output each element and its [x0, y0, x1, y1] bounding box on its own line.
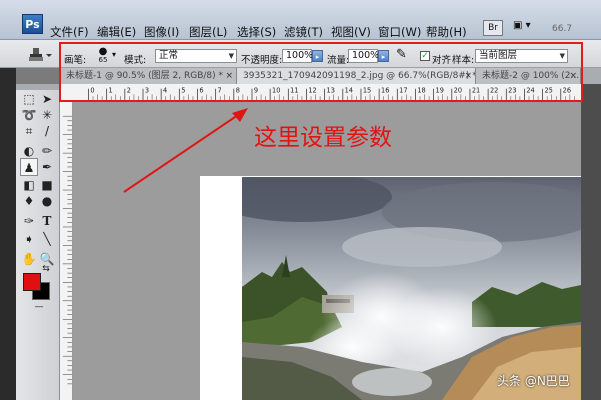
photoshop-logo: Ps	[22, 14, 43, 34]
ruler-label: 4	[163, 86, 167, 94]
ruler-label: 23	[508, 86, 516, 94]
landscape-photo[interactable]	[242, 177, 581, 400]
mode-value: 正常	[159, 50, 179, 61]
airbrush-icon[interactable]: ✎	[396, 47, 407, 62]
annotation-label: 这里设置参数	[254, 125, 392, 151]
blur-icon[interactable]: ♦	[20, 192, 38, 210]
flow-value: 100%	[352, 50, 380, 61]
ruler-label: 11	[290, 86, 298, 94]
crop-icon[interactable]: ⌗	[20, 122, 38, 140]
hand-icon[interactable]: ✋	[20, 250, 38, 268]
mode-label: 模式:	[124, 55, 147, 66]
ruler-label: 6	[199, 86, 203, 94]
panel-collapse-strip	[581, 84, 601, 400]
brush-dot-icon: ●	[98, 46, 108, 57]
foreground-color-swatch[interactable]	[23, 273, 41, 291]
ruler-label: 9	[254, 86, 258, 94]
brush-picker[interactable]: ● 65	[92, 47, 114, 65]
ruler-label: 22	[490, 86, 498, 94]
ruler-label: 21	[472, 86, 480, 94]
ruler-label: 15	[363, 86, 371, 94]
ruler-label: 3	[145, 86, 149, 94]
close-icon[interactable]: ×	[464, 68, 472, 84]
brush-label: 画笔:	[64, 55, 87, 66]
ruler-label: 25	[545, 86, 553, 94]
menu-window[interactable]: 窗口(W)	[378, 24, 421, 40]
opacity-input[interactable]: 100%	[282, 49, 314, 63]
clone-stamp-preset-icon[interactable]	[26, 46, 54, 64]
menu-select[interactable]: 选择(S)	[237, 24, 276, 40]
ruler-label: 13	[327, 86, 335, 94]
panel-dock-strip	[0, 40, 16, 400]
mode-dropdown[interactable]: 正常 ▼	[155, 49, 237, 63]
ruler-label: 7	[218, 86, 222, 94]
chevron-down-icon: ▼	[228, 52, 234, 60]
ruler-label: 24	[526, 86, 534, 94]
horizontal-ruler[interactable]: 0 1 2 3 4 5 6 7 8 9 10 11 12 13 14 15 16 17 18 19 20 21 22 23 24…	[60, 84, 581, 101]
watermark: 头条 @N巴巴	[497, 374, 570, 388]
brush-size: 65	[98, 56, 108, 64]
sample-value: 当前图层	[479, 50, 518, 61]
tab-untitled-2[interactable]: 未标题-2 @ 100% (2... ×	[476, 68, 581, 84]
ruler-label: 20	[454, 86, 462, 94]
menu-image[interactable]: 图像(I)	[144, 24, 179, 40]
clone-stamp-icon[interactable]: ♟	[20, 158, 38, 176]
menu-layer[interactable]: 图层(L)	[189, 24, 227, 40]
ruler-label: 0	[90, 86, 94, 94]
tab-label: 未标题-2 @ 100% (2...	[482, 71, 580, 81]
zoom-level-readout[interactable]: 66.7	[552, 24, 572, 34]
path-selection-icon[interactable]: ➧	[20, 230, 38, 248]
menu-file[interactable]: 文件(F)	[50, 24, 89, 40]
brush-dropdown-arrow-icon[interactable]: ▾	[112, 50, 116, 59]
menu-help[interactable]: 帮助(H)	[426, 24, 467, 40]
flow-slider-toggle[interactable]: ▸	[378, 50, 389, 62]
ruler-label: 16	[381, 86, 389, 94]
menu-view[interactable]: 视图(V)	[331, 24, 371, 40]
ruler-label: 8	[236, 86, 240, 94]
ruler-label: 26	[563, 86, 571, 94]
close-icon[interactable]: ×	[225, 68, 233, 84]
screen-mode-button[interactable]: ▣ ▾	[513, 20, 537, 36]
flow-label: 流量:	[327, 55, 350, 66]
swap-colors-icon[interactable]: ⇆	[40, 264, 52, 274]
pen-icon[interactable]: ✑	[20, 212, 38, 230]
tab-label: 未标题-1 @ 90.5% (图层 2, RGB/8) *	[66, 71, 223, 81]
dodge-icon[interactable]: ●	[38, 192, 56, 210]
ruler-label: 14	[345, 86, 353, 94]
ruler-label: 18	[417, 86, 425, 94]
chevron-down-icon: ▼	[559, 52, 565, 60]
tab-untitled-1[interactable]: 未标题-1 @ 90.5% (图层 2, RGB/8) * ×	[60, 68, 237, 84]
ruler-label: 19	[436, 86, 444, 94]
ruler-label: 2	[127, 86, 131, 94]
menu-bar: Ps 文件(F) 编辑(E) 图像(I) 图层(L) 选择(S) 滤镜(T) 视…	[0, 0, 601, 40]
opacity-slider-toggle[interactable]: ▸	[312, 50, 323, 62]
quick-mask-icon[interactable]: —	[30, 302, 48, 312]
menu-edit[interactable]: 编辑(E)	[97, 24, 136, 40]
line-icon[interactable]: ╲	[38, 230, 56, 248]
aligned-checkbox[interactable]: ✓	[420, 51, 430, 61]
opacity-value: 100%	[286, 50, 314, 61]
history-brush-icon[interactable]: ✒	[38, 158, 56, 176]
tab-label: 3935321_170942091198_2.jpg @ 66.7%(RGB/8…	[243, 71, 476, 81]
vertical-ruler[interactable]	[60, 101, 73, 400]
close-icon[interactable]: ×	[569, 68, 577, 84]
ruler-label: 1	[109, 86, 113, 94]
type-icon[interactable]: T	[38, 212, 56, 230]
aligned-label: 对齐	[432, 55, 452, 66]
ruler-label: 17	[399, 86, 407, 94]
tab-photo-jpg[interactable]: 3935321_170942091198_2.jpg @ 66.7%(RGB/8…	[237, 68, 476, 84]
bridge-button[interactable]: Br	[483, 20, 503, 36]
ruler-label: 5	[181, 86, 185, 94]
eyedropper-icon[interactable]: /	[38, 122, 56, 140]
ruler-label: 12	[308, 86, 316, 94]
sample-label: 样本:	[452, 55, 475, 66]
menu-filter[interactable]: 滤镜(T)	[284, 24, 323, 40]
sample-dropdown[interactable]: 当前图层 ▼	[475, 49, 568, 63]
opacity-label: 不透明度:	[241, 55, 283, 66]
ruler-label: 10	[272, 86, 280, 94]
flow-input[interactable]: 100%	[348, 49, 380, 63]
